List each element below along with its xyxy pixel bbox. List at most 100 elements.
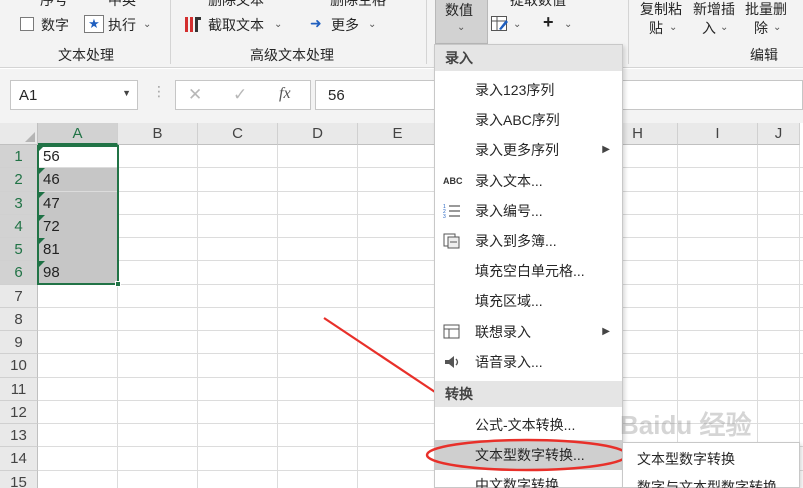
column-gridline	[197, 145, 198, 488]
add-button[interactable]: +	[543, 12, 554, 33]
dropdown-arrow-icon[interactable]: ▼	[122, 88, 131, 98]
cancel-icon[interactable]: ✕	[188, 85, 202, 105]
chevron-down-icon[interactable]: ⌄	[368, 19, 376, 30]
conversion-submenu: 文本型数字转换 数字与文本型数字转换	[622, 442, 800, 488]
submenu-item[interactable]: 数字与文本型数字转换	[623, 474, 799, 488]
formula-value: 56	[328, 87, 345, 104]
group-separator	[628, 0, 629, 64]
formula-buttons: ✕ ✓ fx	[175, 80, 311, 110]
column-header-c[interactable]: C	[198, 123, 278, 145]
chevron-down-icon: ⌄	[457, 22, 466, 33]
row-header-7[interactable]: 7	[0, 284, 38, 308]
select-all-corner[interactable]	[0, 123, 38, 145]
chevron-down-icon[interactable]: ⌄	[773, 22, 781, 33]
menu-item[interactable]: 录入ABC序列	[435, 105, 622, 135]
abc-icon: ABC	[443, 175, 463, 186]
row-header-11[interactable]: 11	[0, 377, 38, 401]
insert-function-icon[interactable]: fx	[279, 85, 291, 103]
row-header-1[interactable]: 1	[0, 145, 38, 169]
number-checkbox[interactable]	[20, 17, 34, 31]
row-header-10[interactable]: 10	[0, 354, 38, 378]
menu-item-label: 语音录入...	[475, 353, 543, 370]
row-header-3[interactable]: 3	[0, 191, 38, 215]
menu-item[interactable]: 联想录入 ▶	[435, 317, 622, 347]
menu-item[interactable]: 1 2 3 录入编号...	[435, 196, 622, 226]
chevron-down-icon[interactable]: ⌄	[513, 19, 521, 30]
menu-item-label: 公式-文本转换...	[475, 417, 576, 433]
submenu-item[interactable]: 文本型数字转换	[623, 446, 799, 472]
group-label-edit: 编辑	[750, 47, 778, 63]
batch-delete-label: 除	[754, 20, 768, 36]
menu-item[interactable]: ABC 录入文本...	[435, 166, 622, 196]
ribbon-cut-label: 序号	[40, 0, 68, 8]
menu-item-label: 填充区域...	[475, 293, 543, 310]
chevron-down-icon[interactable]: ⌄	[564, 19, 572, 30]
chevron-down-icon[interactable]: ⌄	[669, 22, 677, 33]
row-header-15[interactable]: 15	[0, 470, 38, 488]
menu-item[interactable]: 填充区域...	[435, 286, 622, 316]
more-button[interactable]: 更多	[331, 15, 359, 35]
row-header-14[interactable]: 14	[0, 447, 38, 471]
speaker-icon	[443, 354, 461, 370]
row-header-13[interactable]: 13	[0, 424, 38, 448]
copy-paste-button[interactable]: 复制粘	[640, 0, 682, 19]
column-header-b[interactable]: B	[118, 123, 198, 145]
row-header-5[interactable]: 5	[0, 238, 38, 262]
submenu-arrow-icon: ▶	[602, 325, 610, 337]
batch-delete-button[interactable]: 批量删	[745, 0, 787, 19]
table-edit-icon[interactable]	[491, 16, 509, 32]
column-header-d[interactable]: D	[278, 123, 358, 145]
star-icon: ★	[84, 15, 104, 33]
numeric-label: 数值	[445, 2, 473, 18]
menu-item[interactable]: 录入到多簿...	[435, 226, 622, 256]
menu-item[interactable]: 填充空白单元格...	[435, 256, 622, 286]
numeric-dropdown-button[interactable]: 数值 ⌄	[435, 0, 488, 44]
column-header-e[interactable]: E	[358, 123, 438, 145]
column-header-a[interactable]: A	[38, 123, 118, 145]
ribbon: 序号 中英 删除文本 删除空格 提取数值 数字 ★ 执行 ⌄ 文本处理 截取文本…	[0, 0, 803, 68]
row-header-12[interactable]: 12	[0, 400, 38, 424]
row-gridline	[38, 213, 803, 215]
delete-space-button[interactable]: 删除空格	[330, 0, 386, 10]
copy-paste-label: 贴	[649, 20, 663, 36]
row-header-8[interactable]: 8	[0, 307, 38, 331]
chevron-down-icon[interactable]: ⌄	[720, 22, 728, 33]
annotation-ellipse	[425, 438, 629, 472]
row-header-9[interactable]: 9	[0, 331, 38, 355]
column-header-i[interactable]: I	[678, 123, 758, 145]
insert-button[interactable]: 新增插	[693, 0, 735, 19]
menu-item-label: 录入到多簿...	[475, 233, 557, 249]
menu-item-label: 录入文本...	[475, 172, 543, 189]
extract-number-button[interactable]: 提取数值	[510, 0, 566, 10]
chevron-down-icon[interactable]: ⌄	[274, 19, 282, 30]
menu-item-label: 中文数字转换...	[475, 477, 571, 488]
menu-item[interactable]: 录入更多序列 ▶	[435, 135, 622, 165]
execute-button[interactable]: 执行	[108, 15, 136, 35]
multi-workbook-icon	[443, 233, 461, 249]
column-header-j[interactable]: J	[758, 123, 800, 145]
row-header-2[interactable]: 2	[0, 168, 38, 192]
row-header-6[interactable]: 6	[0, 261, 38, 285]
delete-text-button[interactable]: 删除文本	[208, 0, 264, 10]
chevron-down-icon[interactable]: ⌄	[143, 19, 151, 30]
numeric-menu: 录入 录入123序列 录入ABC序列 录入更多序列 ▶ ABC 录入文本... 1 2 3 录入编…	[434, 44, 623, 488]
menu-item-label: 填充空白单元格...	[475, 263, 585, 280]
row-gridline	[38, 237, 803, 238]
grip-icon: ⋮	[152, 83, 166, 99]
row-gridline	[38, 260, 803, 262]
column-gridline	[277, 145, 278, 488]
name-box[interactable]: A1 ▼	[10, 80, 138, 110]
menu-item[interactable]: 录入123序列	[435, 75, 622, 105]
fill-handle[interactable]	[115, 281, 121, 287]
arrow-right-icon: ➜	[310, 15, 322, 31]
formula-bar: A1 ▼ ⋮ ✕ ✓ fx 56	[0, 69, 803, 123]
group-separator	[426, 0, 427, 64]
menu-section-convert: 转换	[435, 381, 622, 407]
menu-item[interactable]: 语音录入...	[435, 347, 622, 377]
group-label-text-processing: 文本处理	[58, 47, 114, 63]
enter-icon[interactable]: ✓	[233, 85, 247, 105]
selection-border	[37, 145, 119, 285]
watermark-text: Baidu 经验	[620, 410, 751, 440]
row-header-4[interactable]: 4	[0, 214, 38, 238]
extract-text-button[interactable]: 截取文本	[208, 15, 264, 35]
